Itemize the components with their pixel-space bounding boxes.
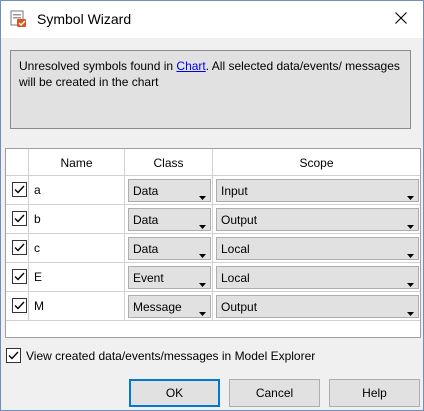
symbol-name[interactable]: E [34,270,42,284]
header-checkbox-column [6,149,29,176]
dropdown-arrow-icon [199,247,206,261]
symbol-name[interactable]: M [34,299,44,313]
class-value: Data [133,242,159,256]
row-checkbox[interactable] [12,211,27,226]
dropdown-arrow-icon [407,276,414,290]
scope-dropdown[interactable]: Output [216,295,419,318]
class-dropdown[interactable]: Data [128,208,211,231]
chart-link[interactable]: Chart [176,59,205,73]
simulink-symbol-icon [10,10,28,28]
scope-dropdown[interactable]: Local [216,266,419,289]
class-value: Data [133,213,159,227]
row-checkbox[interactable] [12,298,27,313]
window-title: Symbol Wizard [37,11,132,27]
title-bar: Symbol Wizard [1,1,423,38]
scope-dropdown[interactable]: Output [216,208,419,231]
table-row: c Data Local [6,234,420,263]
header-name: Name [29,149,125,176]
class-value: Data [133,184,159,198]
symbol-name[interactable]: b [34,212,41,226]
checkmark-icon [14,301,25,310]
table-header: Name Class Scope [6,149,420,176]
dropdown-arrow-icon [407,218,414,232]
header-scope: Scope [299,155,334,170]
checkmark-icon [14,214,25,223]
row-checkbox[interactable] [12,269,27,284]
table-row: a Data Input [6,176,420,205]
class-dropdown[interactable]: Message [128,295,211,318]
checkmark-icon [14,185,25,194]
help-button[interactable]: Help [329,379,420,407]
scope-value: Input [221,184,248,198]
dropdown-arrow-icon [407,189,414,203]
symbol-name[interactable]: c [34,241,40,255]
dropdown-arrow-icon [199,276,206,290]
dropdown-arrow-icon [407,305,414,319]
class-dropdown[interactable]: Event [128,266,211,289]
info-message: Unresolved symbols found in Chart. All s… [10,50,411,129]
scope-dropdown[interactable]: Local [216,237,419,260]
symbol-name[interactable]: a [34,183,41,197]
close-icon [395,12,407,27]
dropdown-arrow-icon [199,305,206,319]
dropdown-arrow-icon [407,247,414,261]
close-button[interactable] [379,1,423,38]
class-value: Message [133,300,182,314]
table-row: M Message Output [6,292,420,321]
checkmark-icon [14,272,25,281]
row-checkbox[interactable] [12,240,27,255]
view-in-model-explorer-checkbox[interactable] [6,348,21,363]
scope-value: Local [221,271,250,285]
ok-button[interactable]: OK [129,379,220,407]
class-dropdown[interactable]: Data [128,179,211,202]
symbols-table: Name Class Scope a Data Input b Data Out… [5,148,421,338]
info-text-before: Unresolved symbols found in [19,59,177,73]
symbol-wizard-dialog: Symbol Wizard Unresolved symbols found i… [0,0,424,411]
scope-value: Output [221,300,258,314]
scope-dropdown[interactable]: Input [216,179,419,202]
dropdown-arrow-icon [199,218,206,232]
scope-value: Local [221,242,250,256]
scope-value: Output [221,213,258,227]
cancel-button[interactable]: Cancel [229,379,320,407]
checkmark-icon [14,243,25,252]
class-dropdown[interactable]: Data [128,237,211,260]
dropdown-arrow-icon [199,189,206,203]
class-value: Event [133,271,164,285]
header-class: Class [125,149,213,176]
checkmark-icon [8,351,19,360]
view-in-model-explorer-label[interactable]: View created data/events/messages in Mod… [26,349,315,363]
table-row: b Data Output [6,205,420,234]
row-checkbox[interactable] [12,182,27,197]
table-row: E Event Local [6,263,420,292]
